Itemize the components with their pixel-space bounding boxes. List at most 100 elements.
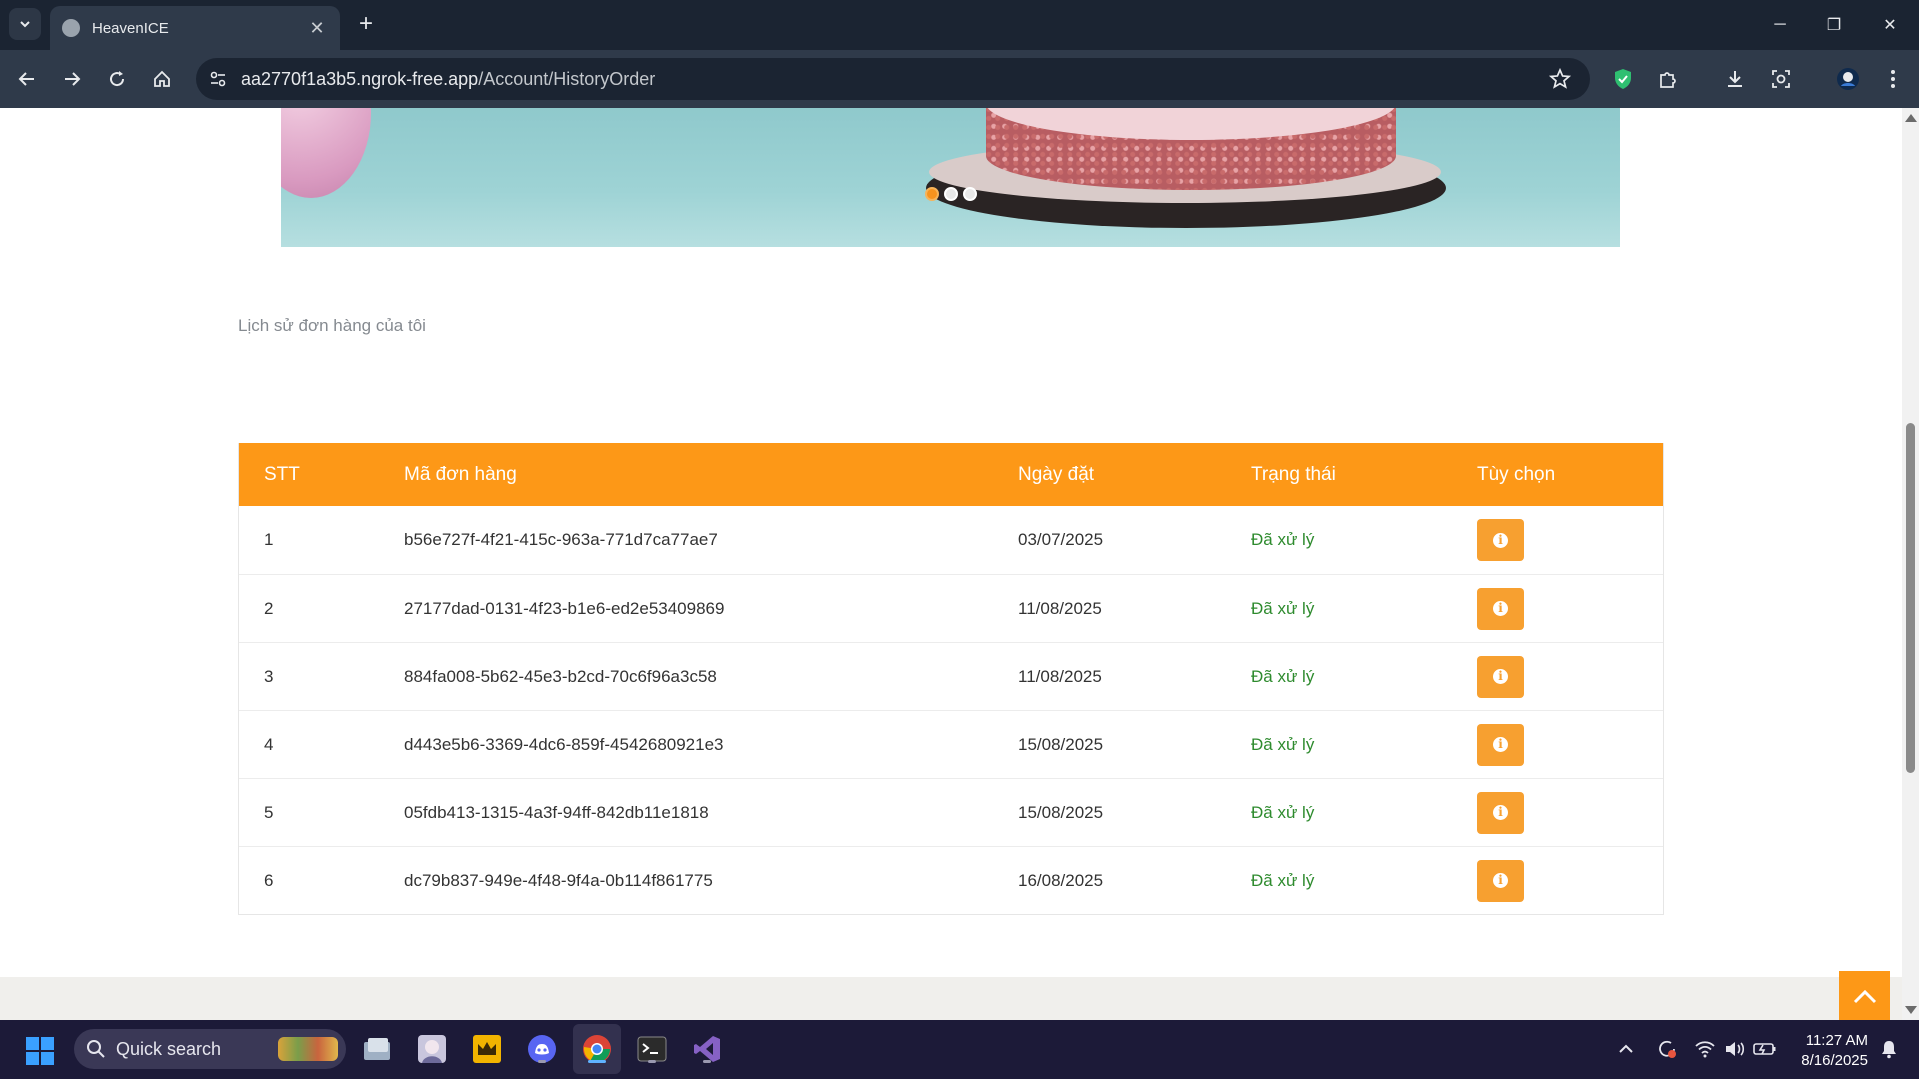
row-order-date: 11/08/2025 bbox=[1018, 666, 1102, 686]
terminal-icon[interactable] bbox=[635, 1032, 669, 1066]
profile-avatar-icon[interactable] bbox=[1833, 64, 1863, 94]
minimize-button[interactable]: ─ bbox=[1752, 0, 1808, 50]
row-order-date: 16/08/2025 bbox=[1018, 870, 1104, 890]
table-row: 2 27177dad-0131-4f23-b1e6-ed2e53409869 1… bbox=[239, 574, 1663, 642]
taskbar-clock[interactable]: 11:27 AM 8/16/2025 bbox=[1792, 1031, 1868, 1071]
footer bbox=[0, 977, 1902, 1020]
restore-button[interactable]: ❐ bbox=[1806, 0, 1862, 50]
tab-title: HeavenICE bbox=[92, 19, 169, 37]
order-detail-button[interactable]: i bbox=[1477, 655, 1524, 698]
site-info-icon[interactable] bbox=[206, 67, 230, 91]
arrow-left-icon bbox=[18, 72, 34, 86]
home-button[interactable] bbox=[145, 62, 179, 96]
carousel-dot-2[interactable] bbox=[944, 187, 958, 201]
chevron-up-icon bbox=[1853, 989, 1876, 1003]
url-path: /Account/HistoryOrder bbox=[478, 69, 656, 89]
search-icon bbox=[87, 1040, 105, 1058]
row-stt: 4 bbox=[264, 734, 274, 754]
battery-icon[interactable] bbox=[1752, 1036, 1778, 1062]
row-stt: 3 bbox=[264, 666, 274, 686]
row-stt: 6 bbox=[264, 870, 274, 890]
page-scrollbar[interactable] bbox=[1902, 108, 1919, 1020]
notification-bell-icon[interactable] bbox=[1876, 1036, 1902, 1062]
header-order-date: Ngày đặt bbox=[1018, 463, 1095, 485]
browser-tab[interactable]: HeavenICE ✕ bbox=[50, 6, 340, 50]
info-icon: i bbox=[1493, 669, 1508, 684]
chevron-down-icon bbox=[20, 21, 30, 28]
tray-overflow-chevron-icon[interactable] bbox=[1613, 1036, 1639, 1062]
url-host: aa2770f1a3b5.ngrok-free.app bbox=[241, 69, 479, 89]
sync-icon[interactable] bbox=[1654, 1036, 1680, 1062]
anime-app-icon[interactable] bbox=[415, 1032, 449, 1066]
shield-extension-icon[interactable] bbox=[1608, 64, 1638, 94]
visual-studio-icon[interactable] bbox=[690, 1032, 724, 1066]
scroll-down-arrow-icon[interactable] bbox=[1905, 1006, 1917, 1014]
close-window-button[interactable]: ✕ bbox=[1862, 0, 1918, 50]
order-detail-button[interactable]: i bbox=[1477, 587, 1524, 630]
browser-menu-icon[interactable] bbox=[1878, 64, 1908, 94]
order-detail-button[interactable]: i bbox=[1477, 791, 1524, 834]
search-highlight-image bbox=[278, 1037, 338, 1061]
tab-search-button[interactable] bbox=[9, 8, 41, 40]
scroll-thumb[interactable] bbox=[1906, 423, 1915, 773]
taskbar-search[interactable]: Quick search bbox=[74, 1029, 346, 1069]
volume-icon[interactable] bbox=[1722, 1036, 1748, 1062]
puzzle-extensions-icon[interactable] bbox=[1653, 64, 1683, 94]
row-status: Đã xử lý bbox=[1251, 870, 1315, 890]
crown-app-icon[interactable] bbox=[470, 1032, 504, 1066]
balloon-image bbox=[281, 108, 371, 198]
discord-icon[interactable] bbox=[525, 1032, 559, 1066]
download-icon[interactable] bbox=[1720, 64, 1750, 94]
order-history-table: STT Mã đơn hàng Ngày đặt Trạng thái Tùy … bbox=[238, 443, 1664, 915]
close-tab-icon[interactable]: ✕ bbox=[306, 18, 328, 39]
row-status: Đã xử lý bbox=[1251, 734, 1315, 754]
page-title: Lịch sử đơn hàng của tôi bbox=[238, 316, 426, 335]
hero-carousel bbox=[281, 108, 1620, 247]
info-icon: i bbox=[1493, 805, 1508, 820]
running-indicator bbox=[703, 1060, 711, 1063]
row-stt: 5 bbox=[264, 802, 274, 822]
scroll-up-arrow-icon[interactable] bbox=[1905, 114, 1917, 122]
reload-button[interactable] bbox=[100, 62, 134, 96]
row-stt: 1 bbox=[264, 530, 274, 549]
forward-button[interactable] bbox=[55, 62, 89, 96]
row-order-id: 884fa008-5b62-45e3-b2cd-70c6f96a3c58 bbox=[404, 666, 717, 686]
back-to-top-button[interactable] bbox=[1839, 971, 1890, 1020]
row-order-date: 03/07/2025 bbox=[1018, 530, 1104, 549]
wifi-icon[interactable] bbox=[1692, 1036, 1718, 1062]
row-status: Đã xử lý bbox=[1251, 802, 1315, 822]
url-text: aa2770f1a3b5.ngrok-free.app/Account/Hist… bbox=[241, 69, 655, 90]
table-header: STT Mã đơn hàng Ngày đặt Trạng thái Tùy … bbox=[239, 443, 1663, 506]
screenshot-lens-icon[interactable] bbox=[1766, 64, 1796, 94]
address-bar[interactable]: aa2770f1a3b5.ngrok-free.app/Account/Hist… bbox=[196, 58, 1590, 100]
bookmark-star-icon[interactable] bbox=[1548, 67, 1572, 91]
carousel-dot-3[interactable] bbox=[963, 187, 977, 201]
row-status: Đã xử lý bbox=[1251, 530, 1315, 549]
carousel-dot-1[interactable] bbox=[925, 187, 939, 201]
header-order-id: Mã đơn hàng bbox=[404, 463, 517, 485]
home-icon bbox=[154, 70, 170, 87]
back-button[interactable] bbox=[10, 62, 44, 96]
file-explorer-icon[interactable] bbox=[360, 1032, 394, 1066]
order-detail-button[interactable]: i bbox=[1477, 519, 1524, 561]
page-viewport: Lịch sử đơn hàng của tôi STT Mã đơn hàng… bbox=[0, 108, 1902, 1020]
table-row: 3 884fa008-5b62-45e3-b2cd-70c6f96a3c58 1… bbox=[239, 642, 1663, 710]
browser-tabstrip: HeavenICE ✕ + ─ ❐ ✕ bbox=[0, 0, 1919, 50]
reload-icon bbox=[110, 71, 125, 87]
order-detail-button[interactable]: i bbox=[1477, 723, 1524, 766]
chrome-icon[interactable] bbox=[580, 1032, 614, 1066]
table-row: 1 b56e727f-4f21-415c-963a-771d7ca77ae7 0… bbox=[239, 506, 1663, 574]
info-icon: i bbox=[1493, 737, 1508, 752]
header-stt: STT bbox=[264, 463, 300, 485]
windows-start-icon[interactable] bbox=[26, 1037, 54, 1065]
row-order-date: 11/08/2025 bbox=[1018, 598, 1102, 618]
info-icon: i bbox=[1493, 601, 1508, 616]
new-tab-button[interactable]: + bbox=[352, 10, 380, 38]
row-order-id: 05fdb413-1315-4a3f-94ff-842db11e1818 bbox=[404, 802, 709, 822]
table-row: 6 dc79b837-949e-4f48-9f4a-0b114f861775 1… bbox=[239, 846, 1663, 914]
row-order-id: dc79b837-949e-4f48-9f4a-0b114f861775 bbox=[404, 870, 713, 890]
row-order-date: 15/08/2025 bbox=[1018, 802, 1104, 822]
running-indicator bbox=[588, 1060, 606, 1063]
arrow-right-icon bbox=[65, 72, 81, 86]
order-detail-button[interactable]: i bbox=[1477, 859, 1524, 902]
